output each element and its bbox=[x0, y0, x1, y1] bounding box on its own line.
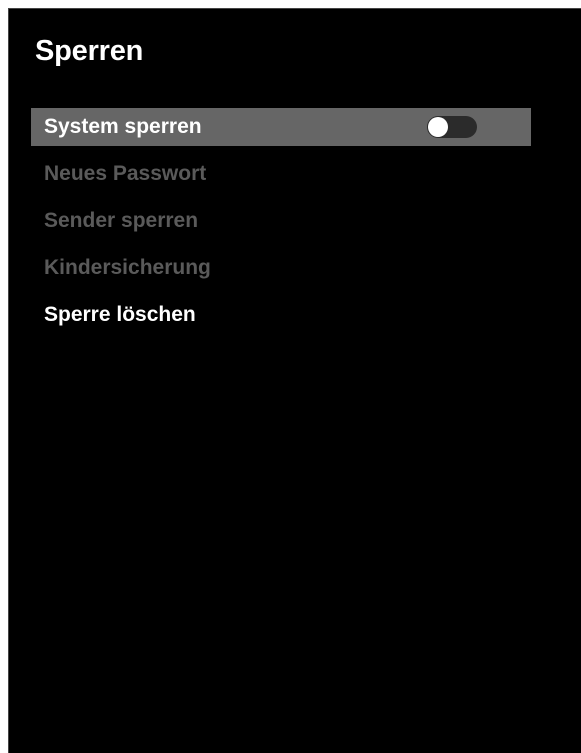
menu-item-channel-lock[interactable]: Sender sperren bbox=[31, 202, 531, 240]
menu-item-parental-control[interactable]: Kindersicherung bbox=[31, 249, 531, 287]
page-title: Sperren bbox=[35, 35, 144, 67]
tv-menu-screen: Sperren System sperren Neues Passwort Se… bbox=[8, 8, 581, 753]
menu-item-label: Sperre löschen bbox=[44, 303, 196, 326]
menu-item-new-password[interactable]: Neues Passwort bbox=[31, 155, 531, 193]
menu-item-label: Neues Passwort bbox=[44, 162, 207, 185]
menu-item-label: System sperren bbox=[44, 115, 202, 138]
system-lock-toggle[interactable] bbox=[427, 116, 477, 138]
menu-item-label: Kindersicherung bbox=[44, 256, 211, 279]
menu-item-system-lock[interactable]: System sperren bbox=[31, 108, 531, 146]
lock-menu: System sperren Neues Passwort Sender spe… bbox=[31, 108, 531, 343]
toggle-knob bbox=[428, 117, 448, 137]
menu-item-clear-lock[interactable]: Sperre löschen bbox=[31, 296, 531, 334]
menu-item-label: Sender sperren bbox=[44, 209, 199, 232]
